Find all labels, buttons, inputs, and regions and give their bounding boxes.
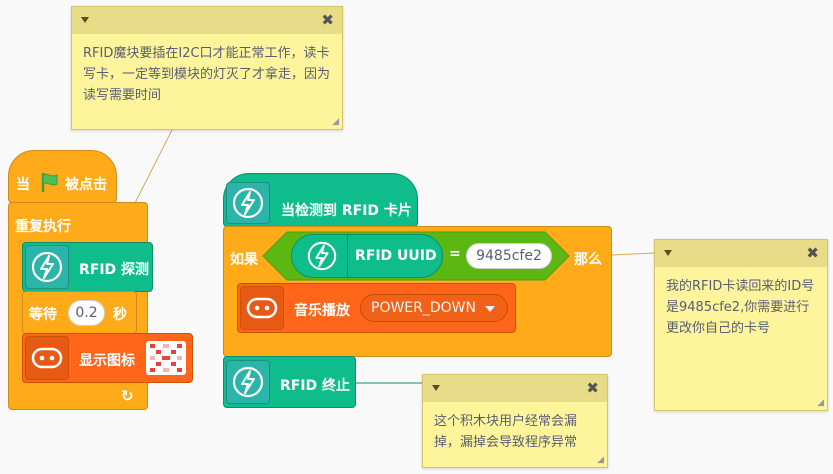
show-icon-block[interactable]: 显示图标 bbox=[22, 333, 193, 383]
rfid-detect-block[interactable]: RFID 探测 bbox=[22, 242, 153, 292]
note-close-icon[interactable]: ✖ bbox=[321, 11, 334, 29]
note-top[interactable]: ✖ RFID魔块要插在I2C口才能正常工作，读卡写卡，一定等到模块的灯灭了才拿走… bbox=[71, 6, 343, 130]
lightning-icon bbox=[31, 251, 63, 283]
rfid-hat-label: 当检测到 RFID 卡片 bbox=[281, 203, 412, 219]
note-bottom-text[interactable]: 这个积木块用户经常会漏掉，漏掉会导致程序异常 bbox=[434, 411, 597, 453]
when-rfid-detected-block[interactable]: 当检测到 RFID 卡片 bbox=[223, 173, 418, 227]
resize-grip-icon[interactable]: ◢ bbox=[597, 456, 604, 465]
note-right-header[interactable]: ✖ bbox=[655, 240, 827, 267]
equals-operator-block[interactable]: RFID UUID = 9485cfe2 bbox=[262, 231, 570, 281]
hat-when-label: 当 bbox=[16, 177, 30, 193]
note-right[interactable]: ✖ 我的RFID卡读回来的ID号是9485cfe2,你需要进行更改你自己的卡号 … bbox=[654, 239, 828, 411]
display-icon-box bbox=[25, 336, 69, 380]
uuid-label: RFID UUID bbox=[355, 248, 437, 264]
card-id-input[interactable]: 9485cfe2 bbox=[466, 243, 552, 269]
when-flag-clicked-block[interactable]: 当 被点击 bbox=[8, 150, 117, 203]
display-icon bbox=[31, 347, 63, 369]
resize-grip-icon[interactable]: ◢ bbox=[332, 118, 339, 127]
lightning-icon bbox=[307, 241, 336, 271]
show-icon-label: 显示图标 bbox=[79, 353, 135, 369]
rfid-stop-label: RFID 终止 bbox=[280, 378, 351, 394]
matrix-icon[interactable] bbox=[146, 341, 186, 375]
sound-dropdown-value: POWER_DOWN bbox=[371, 300, 476, 316]
rfid-hat-icon-box bbox=[226, 182, 270, 224]
wait-seconds-input[interactable]: 0.2 bbox=[68, 300, 105, 326]
display-icon bbox=[246, 297, 278, 319]
equals-sign: = bbox=[449, 246, 461, 262]
hat-clicked-label: 被点击 bbox=[65, 177, 107, 193]
rfid-uuid-reporter[interactable]: RFID UUID bbox=[291, 234, 443, 278]
note-bottom-header[interactable]: ✖ bbox=[423, 375, 607, 402]
rfid-stop-icon-box bbox=[226, 360, 270, 404]
flag-icon bbox=[41, 172, 58, 193]
rfid-icon-box bbox=[25, 245, 69, 289]
note-top-text[interactable]: RFID魔块要插在I2C口才能正常工作，读卡写卡，一定等到模块的灯灭了才拿走，因… bbox=[83, 43, 332, 106]
lightning-icon bbox=[232, 187, 264, 219]
if-label: 如果 bbox=[230, 252, 258, 268]
sound-dropdown[interactable]: POWER_DOWN bbox=[360, 294, 508, 322]
wait-label: 等待 bbox=[29, 307, 57, 323]
note-collapse-icon[interactable] bbox=[664, 250, 672, 256]
dropdown-arrow-icon bbox=[485, 306, 495, 312]
resize-grip-icon[interactable]: ◢ bbox=[817, 399, 824, 408]
rfid-stop-block[interactable]: RFID 终止 bbox=[223, 356, 356, 408]
note-right-text[interactable]: 我的RFID卡读回来的ID号是9485cfe2,你需要进行更改你自己的卡号 bbox=[666, 276, 817, 339]
music-play-block[interactable]: 音乐播放 POWER_DOWN bbox=[237, 283, 516, 333]
note-bottom[interactable]: ✖ 这个积木块用户经常会漏掉，漏掉会导致程序异常 ◢ bbox=[422, 374, 608, 468]
rfid-detect-label: RFID 探测 bbox=[79, 262, 150, 278]
note-top-header[interactable]: ✖ bbox=[72, 7, 342, 34]
wait-block[interactable]: 等待 0.2 秒 bbox=[22, 291, 137, 334]
note-collapse-icon[interactable] bbox=[81, 17, 89, 23]
note-collapse-icon[interactable] bbox=[432, 385, 440, 391]
then-label: 那么 bbox=[574, 252, 602, 268]
wait-unit-label: 秒 bbox=[113, 307, 127, 323]
music-play-label: 音乐播放 bbox=[294, 303, 350, 319]
lightning-icon bbox=[232, 366, 264, 398]
uuid-icon-box bbox=[296, 235, 348, 277]
note-close-icon[interactable]: ✖ bbox=[806, 244, 819, 262]
forever-label: 重复执行 bbox=[15, 219, 71, 235]
note-close-icon[interactable]: ✖ bbox=[586, 379, 599, 397]
loop-arrow-icon: ↻ bbox=[121, 387, 134, 405]
music-icon-box bbox=[240, 286, 284, 330]
